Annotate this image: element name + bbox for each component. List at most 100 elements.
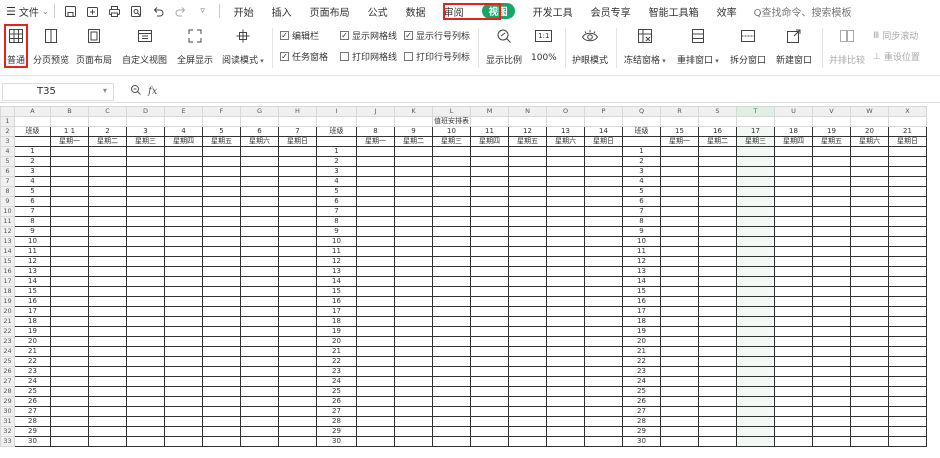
- cell[interactable]: [660, 346, 699, 357]
- cell[interactable]: [774, 386, 813, 397]
- cell[interactable]: [660, 426, 699, 437]
- cell[interactable]: [50, 336, 89, 347]
- cell[interactable]: [698, 246, 737, 257]
- cell[interactable]: [470, 356, 509, 367]
- cell[interactable]: [774, 436, 813, 447]
- cell[interactable]: [126, 266, 165, 277]
- cell[interactable]: [736, 316, 775, 327]
- cell[interactable]: [508, 256, 547, 267]
- cell[interactable]: [278, 236, 317, 247]
- cell[interactable]: [698, 406, 737, 417]
- cell[interactable]: [356, 356, 395, 367]
- cell[interactable]: [394, 416, 433, 427]
- cell[interactable]: [202, 346, 241, 357]
- cell[interactable]: [356, 116, 395, 127]
- cell[interactable]: [278, 226, 317, 237]
- cell[interactable]: [546, 216, 585, 227]
- class-number[interactable]: 22: [622, 356, 661, 367]
- class-number[interactable]: 24: [316, 376, 357, 387]
- cell[interactable]: [774, 286, 813, 297]
- cell[interactable]: [698, 196, 737, 207]
- cell[interactable]: [888, 116, 927, 127]
- class-number[interactable]: 2: [316, 156, 357, 167]
- cell[interactable]: [240, 206, 279, 217]
- print-rowcol-checkbox[interactable]: 打印行号列标: [404, 50, 470, 63]
- row-header[interactable]: 10: [0, 206, 15, 217]
- cell[interactable]: [888, 196, 927, 207]
- tab-review[interactable]: 审阅: [435, 0, 473, 22]
- cell[interactable]: [736, 256, 775, 267]
- column-header[interactable]: W: [850, 106, 889, 117]
- class-number[interactable]: 13: [316, 266, 357, 277]
- class-number[interactable]: 21: [316, 346, 357, 357]
- cell[interactable]: [736, 436, 775, 447]
- cell[interactable]: [508, 426, 547, 437]
- cell[interactable]: [432, 366, 471, 377]
- cell[interactable]: [660, 406, 699, 417]
- cell[interactable]: [50, 256, 89, 267]
- column-header[interactable]: I: [316, 106, 357, 117]
- cell[interactable]: [164, 366, 203, 377]
- cell[interactable]: [508, 436, 547, 447]
- cell[interactable]: [202, 216, 241, 227]
- cell[interactable]: [394, 216, 433, 227]
- class-number[interactable]: 8: [622, 216, 661, 227]
- row-header[interactable]: 17: [0, 276, 15, 287]
- cell[interactable]: [394, 226, 433, 237]
- cell[interactable]: [812, 146, 851, 157]
- cell[interactable]: [202, 186, 241, 197]
- cell[interactable]: [164, 166, 203, 177]
- cell[interactable]: [888, 426, 927, 437]
- cell[interactable]: [88, 176, 127, 187]
- cell[interactable]: [432, 276, 471, 287]
- class-number[interactable]: 30: [316, 436, 357, 447]
- cell[interactable]: [432, 376, 471, 387]
- cell[interactable]: [50, 356, 89, 367]
- cell[interactable]: [50, 326, 89, 337]
- customize-quick-access-icon[interactable]: ▿: [195, 3, 211, 19]
- cell[interactable]: [470, 416, 509, 427]
- cell[interactable]: [278, 166, 317, 177]
- tab-home[interactable]: 开始: [225, 0, 263, 22]
- cell[interactable]: [774, 406, 813, 417]
- cell[interactable]: [202, 196, 241, 207]
- cell[interactable]: [394, 336, 433, 347]
- cell[interactable]: [202, 266, 241, 277]
- cell[interactable]: [50, 296, 89, 307]
- class-number[interactable]: 12: [316, 256, 357, 267]
- cell[interactable]: [164, 296, 203, 307]
- task-pane-checkbox[interactable]: ✓ 任务窗格: [280, 50, 328, 63]
- cell[interactable]: [660, 306, 699, 317]
- cell[interactable]: [850, 396, 889, 407]
- cell[interactable]: [698, 186, 737, 197]
- class-number[interactable]: 28: [622, 416, 661, 427]
- cell[interactable]: [774, 396, 813, 407]
- cell[interactable]: [356, 166, 395, 177]
- cell[interactable]: [164, 216, 203, 227]
- cell[interactable]: [774, 176, 813, 187]
- cell[interactable]: [584, 376, 623, 387]
- cell[interactable]: [240, 196, 279, 207]
- cell[interactable]: [240, 186, 279, 197]
- cell[interactable]: [660, 226, 699, 237]
- cell[interactable]: [698, 206, 737, 217]
- cell[interactable]: [126, 306, 165, 317]
- row-header[interactable]: 27: [0, 376, 15, 387]
- cell[interactable]: [240, 326, 279, 337]
- cell[interactable]: [470, 156, 509, 167]
- cell[interactable]: [850, 376, 889, 387]
- cell[interactable]: [50, 386, 89, 397]
- cell[interactable]: [202, 306, 241, 317]
- cell[interactable]: [888, 236, 927, 247]
- cell[interactable]: [736, 406, 775, 417]
- cell[interactable]: [88, 356, 127, 367]
- cell[interactable]: [278, 276, 317, 287]
- cell[interactable]: [432, 346, 471, 357]
- cell[interactable]: [812, 356, 851, 367]
- cell[interactable]: [50, 396, 89, 407]
- class-number[interactable]: 11: [622, 246, 661, 257]
- cell[interactable]: [888, 146, 927, 157]
- cell[interactable]: [164, 406, 203, 417]
- cell[interactable]: [240, 316, 279, 327]
- tab-formulas[interactable]: 公式: [359, 0, 397, 22]
